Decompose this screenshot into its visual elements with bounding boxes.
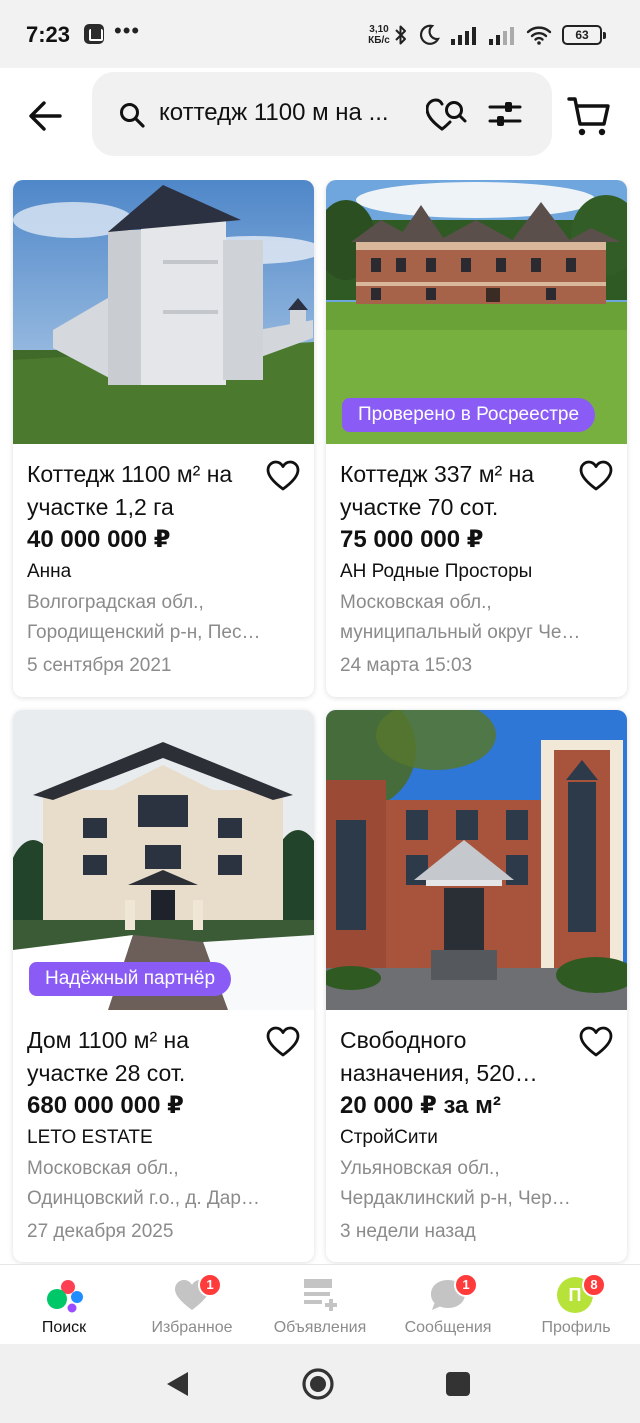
listing-price: 20 000 ₽ за м² <box>340 1092 501 1119</box>
listing-card[interactable]: Проверено в Росреестре Коттедж 337 м² на… <box>326 180 627 697</box>
status-time: 7:23 <box>26 22 71 47</box>
listing-location: Ульяновская обл., Чердаклинский р-н, Чер… <box>340 1158 571 1209</box>
listing-card[interactable]: Надёжный партнёр Дом 1100 м² на участке … <box>13 710 314 1262</box>
listing-title[interactable]: Свободного назначения, 520… <box>340 1024 570 1090</box>
listing-price: 40 000 000 ₽ <box>27 526 171 553</box>
nav-search[interactable]: Поиск <box>0 1265 128 1345</box>
filter-sliders-icon[interactable] <box>488 98 522 130</box>
listing-seller: СтройСити <box>340 1127 438 1148</box>
wifi-icon <box>526 26 552 45</box>
listing-card[interactable]: Свободного назначения, 520… 20 000 ₽ за … <box>326 710 627 1262</box>
nav-messages[interactable]: 1 Сообщения <box>384 1265 512 1345</box>
listing-date: 27 декабря 2025 <box>27 1221 174 1242</box>
system-back-icon[interactable] <box>160 1366 196 1402</box>
save-search-heart-icon[interactable] <box>426 98 468 132</box>
signal-2-icon <box>489 27 514 45</box>
favorite-heart-icon[interactable] <box>266 1026 300 1058</box>
search-icon <box>120 103 145 128</box>
do-not-disturb-moon-icon <box>420 24 440 45</box>
listing-location: Московская обл., муниципальный округ Че… <box>340 592 581 643</box>
top-bar: коттедж 1100 м на ... <box>0 68 640 168</box>
battery-indicator: 63 <box>562 25 606 45</box>
bottom-navigation: Поиск 1 Избранное Объявления 1 Сообщения… <box>0 1264 640 1344</box>
nav-profile[interactable]: П 8 Профиль <box>512 1265 640 1345</box>
bluetooth-icon <box>395 25 406 45</box>
profile-count-badge: 8 <box>582 1273 606 1297</box>
ads-list-icon <box>304 1279 337 1311</box>
favorite-heart-icon[interactable] <box>579 1026 613 1058</box>
listing-date: 24 марта 15:03 <box>340 655 473 676</box>
system-home-icon[interactable] <box>300 1366 336 1402</box>
nav-ads[interactable]: Объявления <box>256 1265 384 1345</box>
listing-date: 5 сентября 2021 <box>27 655 172 676</box>
status-bar: 7:23 ••• 3,10 КБ/с 63 <box>0 0 640 68</box>
messages-count-badge: 1 <box>454 1273 478 1297</box>
network-speed: 3,10 КБ/с <box>368 24 390 46</box>
listing-seller: АН Родные Просторы <box>340 561 533 582</box>
listing-location: Волгоградская обл., Городищенский р-н, П… <box>27 592 261 643</box>
favorites-count-badge: 1 <box>198 1273 222 1297</box>
listing-seller: Анна <box>27 561 72 582</box>
listing-location: Московская обл., Одинцовский г.о., д. Да… <box>27 1158 260 1209</box>
listing-title[interactable]: Дом 1100 м² на участке 28 сот. <box>27 1024 257 1090</box>
back-arrow-icon[interactable] <box>22 92 70 140</box>
status-icons: 63 <box>394 22 606 48</box>
favorite-heart-icon[interactable] <box>266 460 300 492</box>
search-bar[interactable]: коттедж 1100 м на ... <box>92 72 552 156</box>
reliable-partner-badge: Надёжный партнёр <box>29 962 232 996</box>
favorite-heart-icon[interactable] <box>579 460 613 492</box>
app-notification-icon <box>84 24 104 44</box>
system-recents-icon[interactable] <box>440 1366 476 1402</box>
listings-grid: Коттедж 1100 м² на участке 1,2 га 40 000… <box>0 180 640 1264</box>
listing-price: 680 000 000 ₽ <box>27 1092 184 1119</box>
cart-icon[interactable] <box>566 94 612 138</box>
listing-price: 75 000 000 ₽ <box>340 526 484 553</box>
listing-title[interactable]: Коттедж 1100 м² на участке 1,2 га <box>27 458 257 524</box>
more-notifications-icon: ••• <box>114 18 141 43</box>
nav-favorites[interactable]: 1 Избранное <box>128 1265 256 1345</box>
listing-photo[interactable] <box>13 180 314 444</box>
listing-date: 3 недели назад <box>340 1221 476 1242</box>
search-query[interactable]: коттедж 1100 м на ... <box>159 99 389 127</box>
listing-card[interactable]: Коттедж 1100 м² на участке 1,2 га 40 000… <box>13 180 314 697</box>
search-home-icon <box>47 1280 83 1313</box>
listing-title[interactable]: Коттедж 337 м² на участке 70 сот. <box>340 458 570 524</box>
listing-seller: LETO ESTATE <box>27 1127 153 1148</box>
system-navigation-bar <box>0 1344 640 1423</box>
signal-1-icon <box>451 27 476 45</box>
verified-rosreestr-badge: Проверено в Росреестре <box>342 398 596 432</box>
listing-photo[interactable] <box>326 710 627 1010</box>
